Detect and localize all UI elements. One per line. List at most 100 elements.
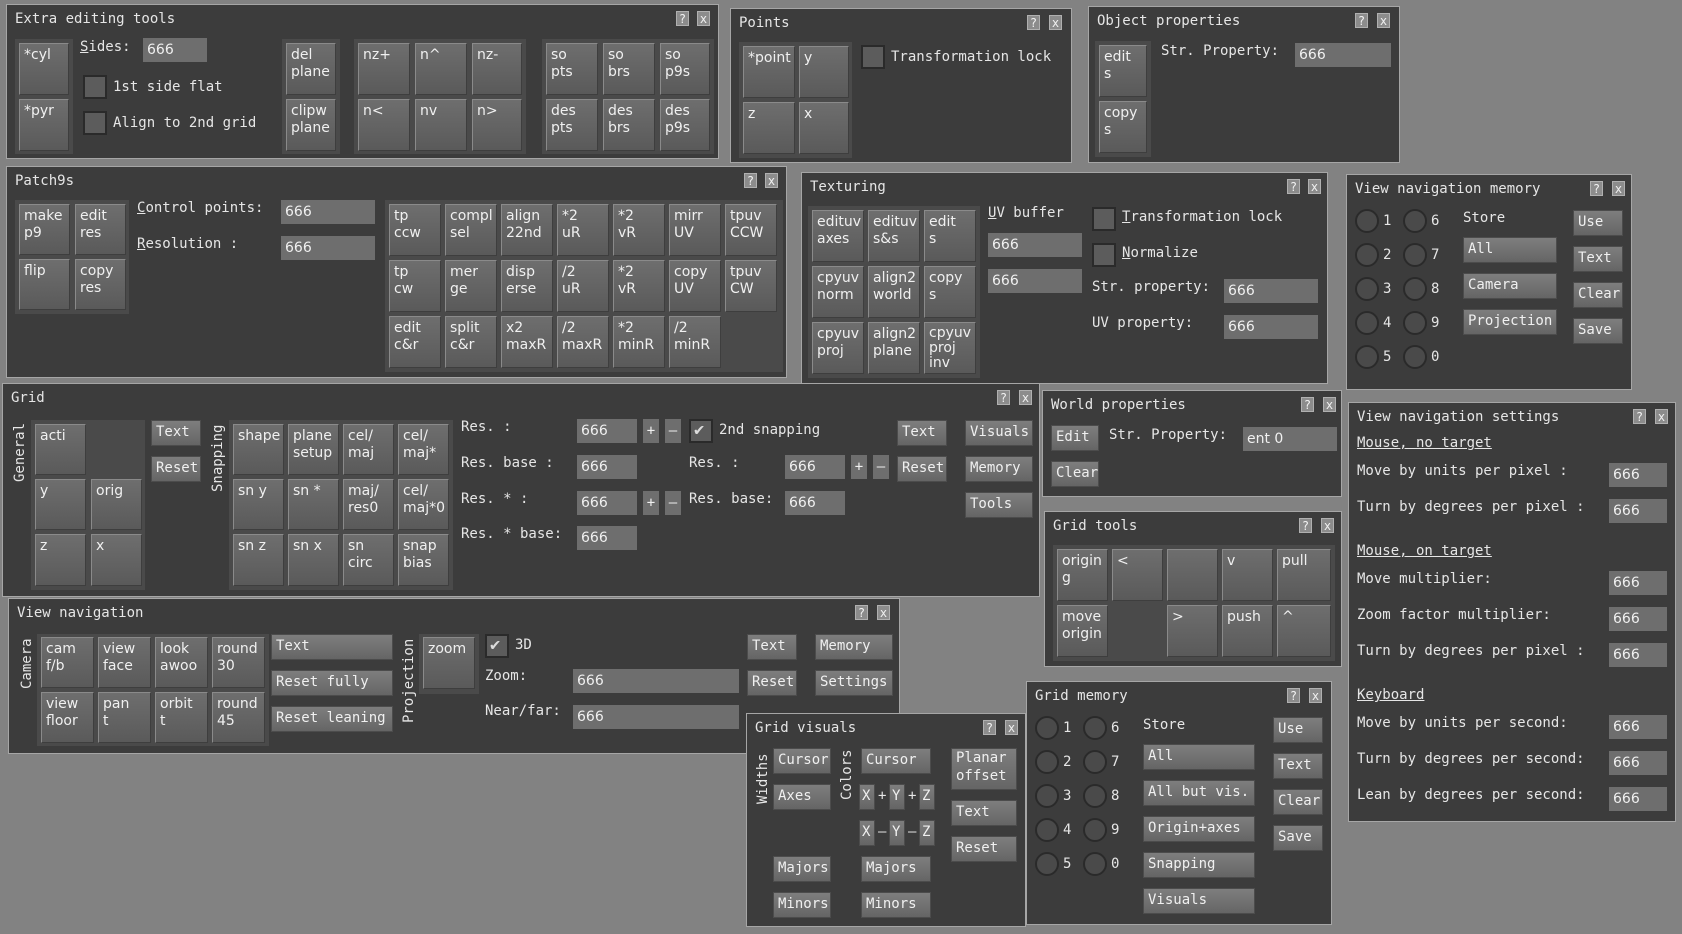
res-star-minus-button[interactable]: – xyxy=(665,491,681,515)
second-snapping-checkbox[interactable] xyxy=(689,419,713,443)
resolution-field[interactable]: 666 xyxy=(281,236,375,260)
help-button[interactable]: ? xyxy=(1287,179,1300,194)
save-button[interactable]: Save xyxy=(1573,318,1623,344)
memory-slot-radio[interactable] xyxy=(1403,243,1427,267)
cam-fb-button[interactable]: cam f/b xyxy=(41,637,94,688)
memory-slot-radio[interactable] xyxy=(1355,311,1379,335)
close-button[interactable]: x xyxy=(1005,720,1018,735)
memory-slot-radio[interactable] xyxy=(1035,852,1059,876)
reset-fully-button[interactable]: Reset fully xyxy=(271,670,393,696)
store-all-but-vis-button[interactable]: All but vis. xyxy=(1143,780,1255,806)
memory-slot-radio[interactable] xyxy=(1355,345,1379,369)
move-up-button[interactable]: ^ xyxy=(1277,605,1331,657)
patch-op-button[interactable]: *2 uR xyxy=(557,204,609,256)
close-button[interactable]: x xyxy=(1308,179,1321,194)
memory-slot-radio[interactable] xyxy=(1083,716,1107,740)
edit-s-button[interactable]: edit s xyxy=(1099,45,1147,97)
res-star-plus-button[interactable]: + xyxy=(643,491,659,515)
colors-majors-button[interactable]: Majors xyxy=(861,856,931,882)
memory-button[interactable]: Memory xyxy=(815,634,893,660)
round-30-button[interactable]: round 30 xyxy=(212,637,265,688)
color-x-minus-button[interactable]: X xyxy=(859,820,875,846)
memory-slot-radio[interactable] xyxy=(1083,818,1107,842)
grid-tools-blank-button[interactable] xyxy=(1167,549,1218,601)
color-y-plus-button[interactable]: Y xyxy=(889,784,905,810)
tools-button[interactable]: Tools xyxy=(965,492,1033,518)
patch-op-button[interactable]: tpuv CCW xyxy=(725,204,777,256)
res-star-field[interactable]: 666 xyxy=(577,491,637,515)
visuals-reset-button[interactable]: Reset xyxy=(951,836,1017,862)
grid-x-button[interactable]: x xyxy=(91,534,142,586)
align-2nd-grid-checkbox[interactable] xyxy=(83,111,107,135)
del-plane-button[interactable]: del plane xyxy=(286,43,336,95)
zoom-multiplier-field[interactable]: 666 xyxy=(1609,607,1667,631)
move-left-button[interactable]: < xyxy=(1112,549,1163,601)
world-edit-button[interactable]: Edit xyxy=(1051,425,1099,451)
res2-plus-button[interactable]: + xyxy=(851,455,867,479)
world-str-property-field[interactable]: ent 0 xyxy=(1243,427,1337,451)
widths-cursor-button[interactable]: Cursor xyxy=(773,748,831,774)
widths-axes-button[interactable]: Axes xyxy=(773,784,831,810)
general-text-button[interactable]: Text xyxy=(151,420,201,446)
point-x-button[interactable]: x xyxy=(799,102,849,154)
use-button[interactable]: Use xyxy=(1273,717,1323,743)
copy-res-button[interactable]: copy res xyxy=(75,259,126,310)
store-all-button[interactable]: All xyxy=(1143,744,1255,770)
lean-deg-second-field[interactable]: 666 xyxy=(1609,787,1667,811)
orbit-t-button[interactable]: orbit t xyxy=(155,692,208,743)
res-star-base-field[interactable]: 666 xyxy=(577,526,637,550)
patch-op-button[interactable]: /2 minR xyxy=(669,316,721,368)
camera-text-button[interactable]: Text xyxy=(271,634,393,660)
close-button[interactable]: x xyxy=(1309,688,1322,703)
sn-y-button[interactable]: sn y xyxy=(233,479,284,530)
patch-op-button[interactable]: *2 minR xyxy=(613,316,665,368)
texturing-transformation-lock-checkbox[interactable] xyxy=(1092,207,1116,231)
str-property-field[interactable]: 666 xyxy=(1224,279,1318,303)
memory-button[interactable]: Memory xyxy=(965,456,1033,482)
zoom-field[interactable]: 666 xyxy=(573,669,739,693)
memory-slot-radio[interactable] xyxy=(1355,243,1379,267)
copy-s-button[interactable]: copy s xyxy=(924,266,976,318)
help-button[interactable]: ? xyxy=(676,11,689,26)
memory-slot-radio[interactable] xyxy=(1035,716,1059,740)
close-button[interactable]: x xyxy=(1019,390,1032,405)
points-transformation-lock-checkbox[interactable] xyxy=(861,45,885,69)
edituv-ss-button[interactable]: edituv s&s xyxy=(868,210,920,262)
cyl-button[interactable]: *cyl xyxy=(19,43,69,95)
memory-slot-radio[interactable] xyxy=(1035,750,1059,774)
res2-base-field[interactable]: 666 xyxy=(785,491,845,515)
settings-button[interactable]: Settings xyxy=(815,670,893,696)
close-button[interactable]: x xyxy=(1049,15,1062,30)
uv-buffer-field-2[interactable]: 666 xyxy=(988,269,1082,293)
sn-z-button[interactable]: sn z xyxy=(233,534,284,586)
patch-op-button[interactable]: tpuv CW xyxy=(725,260,777,312)
sn-x-button[interactable]: sn x xyxy=(288,534,339,586)
close-button[interactable]: x xyxy=(1321,518,1334,533)
planar-offset-button[interactable]: Planar offset xyxy=(951,748,1017,790)
help-button[interactable]: ? xyxy=(1287,688,1300,703)
pyr-button[interactable]: *pyr xyxy=(19,99,69,151)
push-button[interactable]: push xyxy=(1222,605,1273,657)
patch-op-button[interactable]: tp ccw xyxy=(389,204,441,256)
align2-plane-button[interactable]: align2 plane xyxy=(868,322,920,374)
memory-slot-radio[interactable] xyxy=(1083,852,1107,876)
memory-slot-radio[interactable] xyxy=(1035,818,1059,842)
move-origin-button[interactable]: move origin xyxy=(1057,605,1108,657)
memory-slot-radio[interactable] xyxy=(1403,277,1427,301)
cpyuv-proj-inv-button[interactable]: cpyuv proj inv xyxy=(924,322,976,374)
patch-op-button[interactable]: *2 vR xyxy=(613,204,665,256)
close-button[interactable]: x xyxy=(1377,13,1390,28)
control-points-field[interactable]: 666 xyxy=(281,200,375,224)
widths-minors-button[interactable]: Minors xyxy=(773,892,831,918)
view-floor-button[interactable]: view floor xyxy=(41,692,94,743)
general-reset-button[interactable]: Reset xyxy=(151,456,201,482)
res-base-field[interactable]: 666 xyxy=(577,455,637,479)
des-brs-button[interactable]: des brs xyxy=(603,99,655,151)
clear-button[interactable]: Clear xyxy=(1573,282,1623,308)
turn-deg-pixel2-field[interactable]: 666 xyxy=(1609,643,1667,667)
projection-text-button[interactable]: Text xyxy=(747,634,797,660)
patch-op-button[interactable]: /2 maxR xyxy=(557,316,609,368)
near-far-field[interactable]: 666 xyxy=(573,705,739,729)
help-button[interactable]: ? xyxy=(1355,13,1368,28)
patch-op-button[interactable]: mer ge xyxy=(445,260,497,312)
